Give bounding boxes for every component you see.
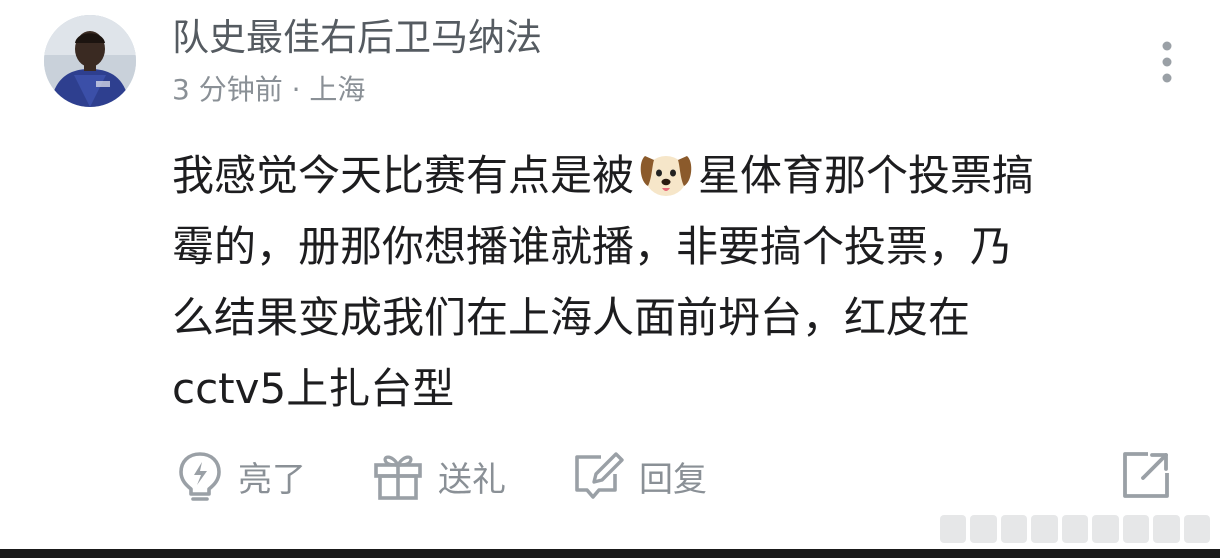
comment-line-2: 霉的，册那你想播谁就播，非要搞个投票，乃 xyxy=(172,222,1013,271)
comment-meta: 3 分钟前 · 上海 xyxy=(172,73,366,106)
like-label: 亮了 xyxy=(238,459,306,500)
gift-button[interactable]: 送礼 xyxy=(372,446,506,506)
avatar-image xyxy=(44,15,136,107)
username[interactable]: 队史最佳右后卫马纳法 xyxy=(172,14,542,62)
comment-line-3: 么结果变成我们在上海人面前坍台，红皮在 xyxy=(172,293,971,342)
comment-text-segment: 我感觉今天比赛有点是被 xyxy=(172,151,635,200)
gift-label: 送礼 xyxy=(438,459,506,500)
reply-label: 回复 xyxy=(639,459,707,500)
comment-line-1: 我感觉今天比赛有点是被 星体育那个投票搞 xyxy=(172,140,1172,211)
reply-button[interactable]: 回复 xyxy=(571,446,707,506)
dog-face-emoji-icon xyxy=(638,148,694,200)
lightning-bulb-icon xyxy=(179,452,221,501)
comment-text-segment: 星体育那个投票搞 xyxy=(698,151,1035,200)
like-button[interactable]: 亮了 xyxy=(176,446,306,506)
comment-line-4: cctv5上扎台型 xyxy=(172,364,455,413)
watermark xyxy=(940,515,1210,543)
user-avatar[interactable] xyxy=(44,15,136,107)
comment-body: 我感觉今天比赛有点是被 星体育那个投票搞 霉的，册那你想播谁就播，非要搞个投票，… xyxy=(172,140,1172,424)
edit-reply-icon xyxy=(575,452,624,499)
bottom-divider xyxy=(0,549,1220,558)
more-options-icon[interactable] xyxy=(1150,40,1184,84)
share-external-icon[interactable] xyxy=(1118,447,1174,503)
gift-icon xyxy=(374,455,422,500)
